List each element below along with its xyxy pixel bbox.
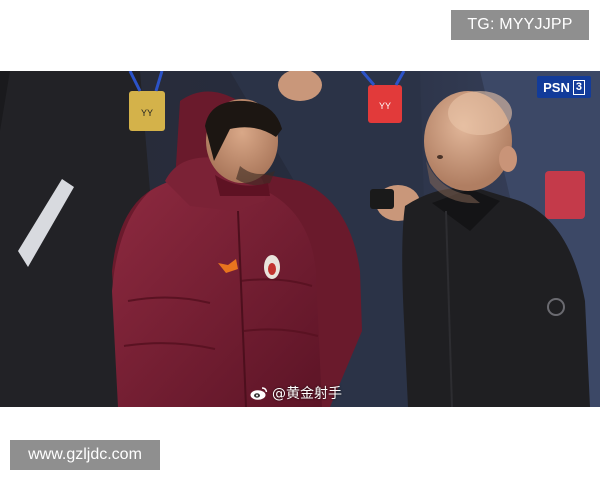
maroon-jacket [112, 176, 322, 407]
weibo-icon [250, 386, 268, 400]
broadcaster-logo-text: PSN [543, 79, 570, 95]
weibo-credit: @黄金射手 [250, 383, 342, 403]
credential-badge-left-label: YY [141, 108, 153, 118]
photo-scene: YY YY [0, 71, 600, 407]
watermark-website: www.gzljdc.com [10, 440, 160, 470]
watermark-telegram: TG: MYYJJPP [451, 10, 589, 40]
broadcaster-logo-number: 3 [572, 79, 585, 95]
credential-badge-right-label: YY [379, 101, 391, 111]
weibo-credit-text: @黄金射手 [272, 386, 342, 402]
match-photo: YY YY PSN 3 @黄金射手 [0, 71, 600, 407]
broadcaster-logo: PSN 3 [537, 76, 591, 98]
